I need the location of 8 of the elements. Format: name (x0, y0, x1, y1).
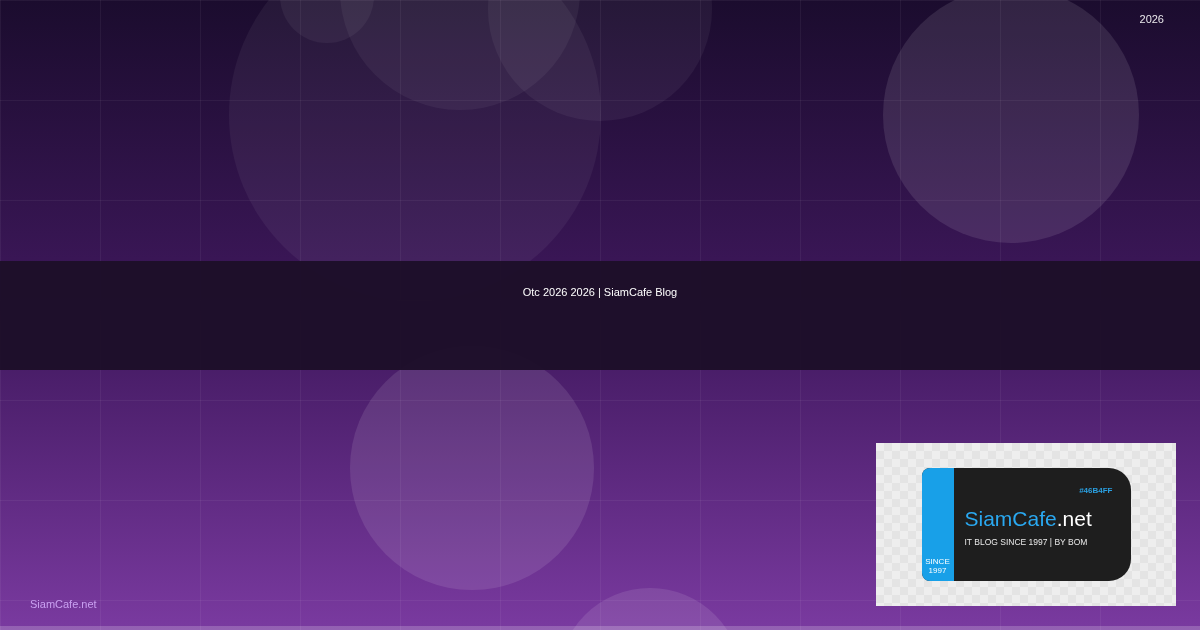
logo-wordmark: SiamCafe.net (964, 507, 1093, 531)
logo-tagline: IT BLOG SINCE 1997 | BY BOM (964, 536, 1089, 549)
page-title: Otc 2026 2026 | SiamCafe Blog (522, 285, 678, 300)
site-name: SiamCafe.net (30, 597, 97, 612)
ribbon-text: SINCE (925, 557, 950, 566)
year-label: 2026 (1139, 12, 1164, 27)
ribbon-text: 1997 (928, 566, 947, 575)
hex-label: #46B4FF (1079, 485, 1113, 497)
